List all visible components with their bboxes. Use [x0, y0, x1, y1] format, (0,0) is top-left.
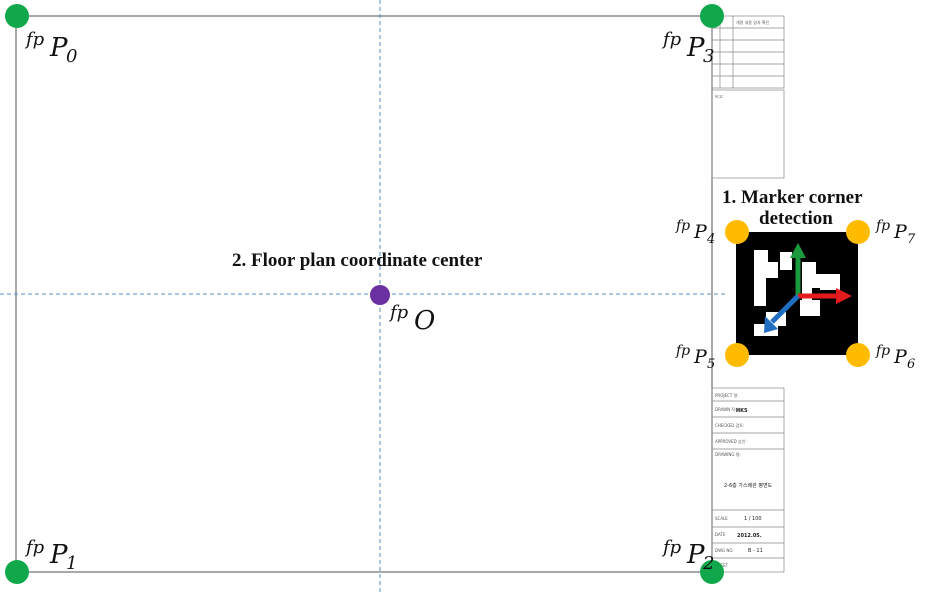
- label-p3: fp P 3: [661, 29, 714, 67]
- title-block-note-label: 비고:: [715, 93, 724, 99]
- label-p2: fp P 2: [661, 537, 714, 574]
- label-p2-sub: 2: [702, 553, 714, 574]
- corner-point-p3: [700, 4, 724, 28]
- title-block-date-value: 2012.05.: [737, 533, 762, 539]
- label-p4-prefix: fp: [675, 218, 690, 234]
- corner-point-p0: [5, 4, 29, 28]
- label-p6-sub: 6: [907, 357, 915, 372]
- title-block-project-label: PROJECT 명:: [715, 392, 739, 398]
- title-block-number-label: DWG NO.: [715, 548, 734, 553]
- label-p1: fp P 1: [24, 537, 77, 574]
- step1-title-line1: 1. Marker corner: [722, 187, 863, 208]
- label-p5: fp P 5: [675, 343, 715, 372]
- label-p0: fp P 0: [24, 29, 77, 67]
- step2-title: 2. Floor plan coordinate center: [232, 250, 483, 271]
- marker-corner-p4: [725, 220, 749, 244]
- label-p0-prefix: fp: [24, 29, 45, 50]
- label-p6: fp P 6: [875, 343, 915, 372]
- label-origin-letter: O: [414, 306, 435, 336]
- step1-title-line2: detection: [759, 208, 833, 229]
- title-block-scale-value: 1 / 100: [744, 516, 762, 522]
- marker-corner-p6: [846, 343, 870, 367]
- marker-corner-p7: [846, 220, 870, 244]
- label-p5-prefix: fp: [675, 343, 690, 359]
- title-block-checked-label: CHECKED 검토:: [715, 422, 744, 428]
- title-block-drawing-label: DRAWING 명:: [715, 451, 741, 457]
- center-point-o: [370, 285, 390, 305]
- label-p3-sub: 3: [703, 46, 714, 67]
- label-p7-sub: 7: [907, 232, 916, 247]
- label-p5-sub: 5: [707, 357, 715, 372]
- label-p4-sub: 4: [706, 232, 715, 247]
- title-block-date-label: DATE: [715, 532, 726, 537]
- corner-point-p1: [5, 560, 29, 584]
- label-p0-sub: 0: [66, 46, 77, 67]
- label-p1-prefix: fp: [24, 537, 45, 558]
- floor-plan-marker-diagram: 개정 내용 일자 확인 비고: PROJECT 명: DRAWN 작성: HKS…: [0, 0, 916, 593]
- title-block-header: 개정 내용 일자 확인: [736, 19, 770, 25]
- title-block-scale-label: SCALE: [715, 516, 728, 521]
- label-p4-letter: P: [693, 221, 708, 243]
- label-p4: fp P 4: [675, 218, 715, 247]
- title-block-drawn-value: HKS: [736, 408, 748, 414]
- label-p5-letter: P: [693, 346, 708, 368]
- label-p1-sub: 1: [66, 553, 77, 574]
- label-p6-letter: P: [893, 346, 908, 368]
- label-p7-letter: P: [893, 221, 908, 243]
- label-origin-prefix: fp: [388, 302, 409, 323]
- label-p3-prefix: fp: [661, 29, 682, 50]
- marker-corner-p5: [725, 343, 749, 367]
- fiducial-marker: [736, 232, 858, 355]
- label-p2-prefix: fp: [661, 537, 682, 558]
- label-p6-prefix: fp: [875, 343, 890, 359]
- title-block-drawing-title: 2-6층 가스배관 평면도: [724, 482, 773, 489]
- label-p7-prefix: fp: [875, 218, 890, 234]
- title-block-approved-label: APPROVED 승인:: [715, 438, 747, 444]
- title-block-number-value: B - 11: [748, 548, 763, 554]
- label-origin: fp O: [388, 302, 435, 336]
- label-p7: fp P 7: [875, 218, 916, 247]
